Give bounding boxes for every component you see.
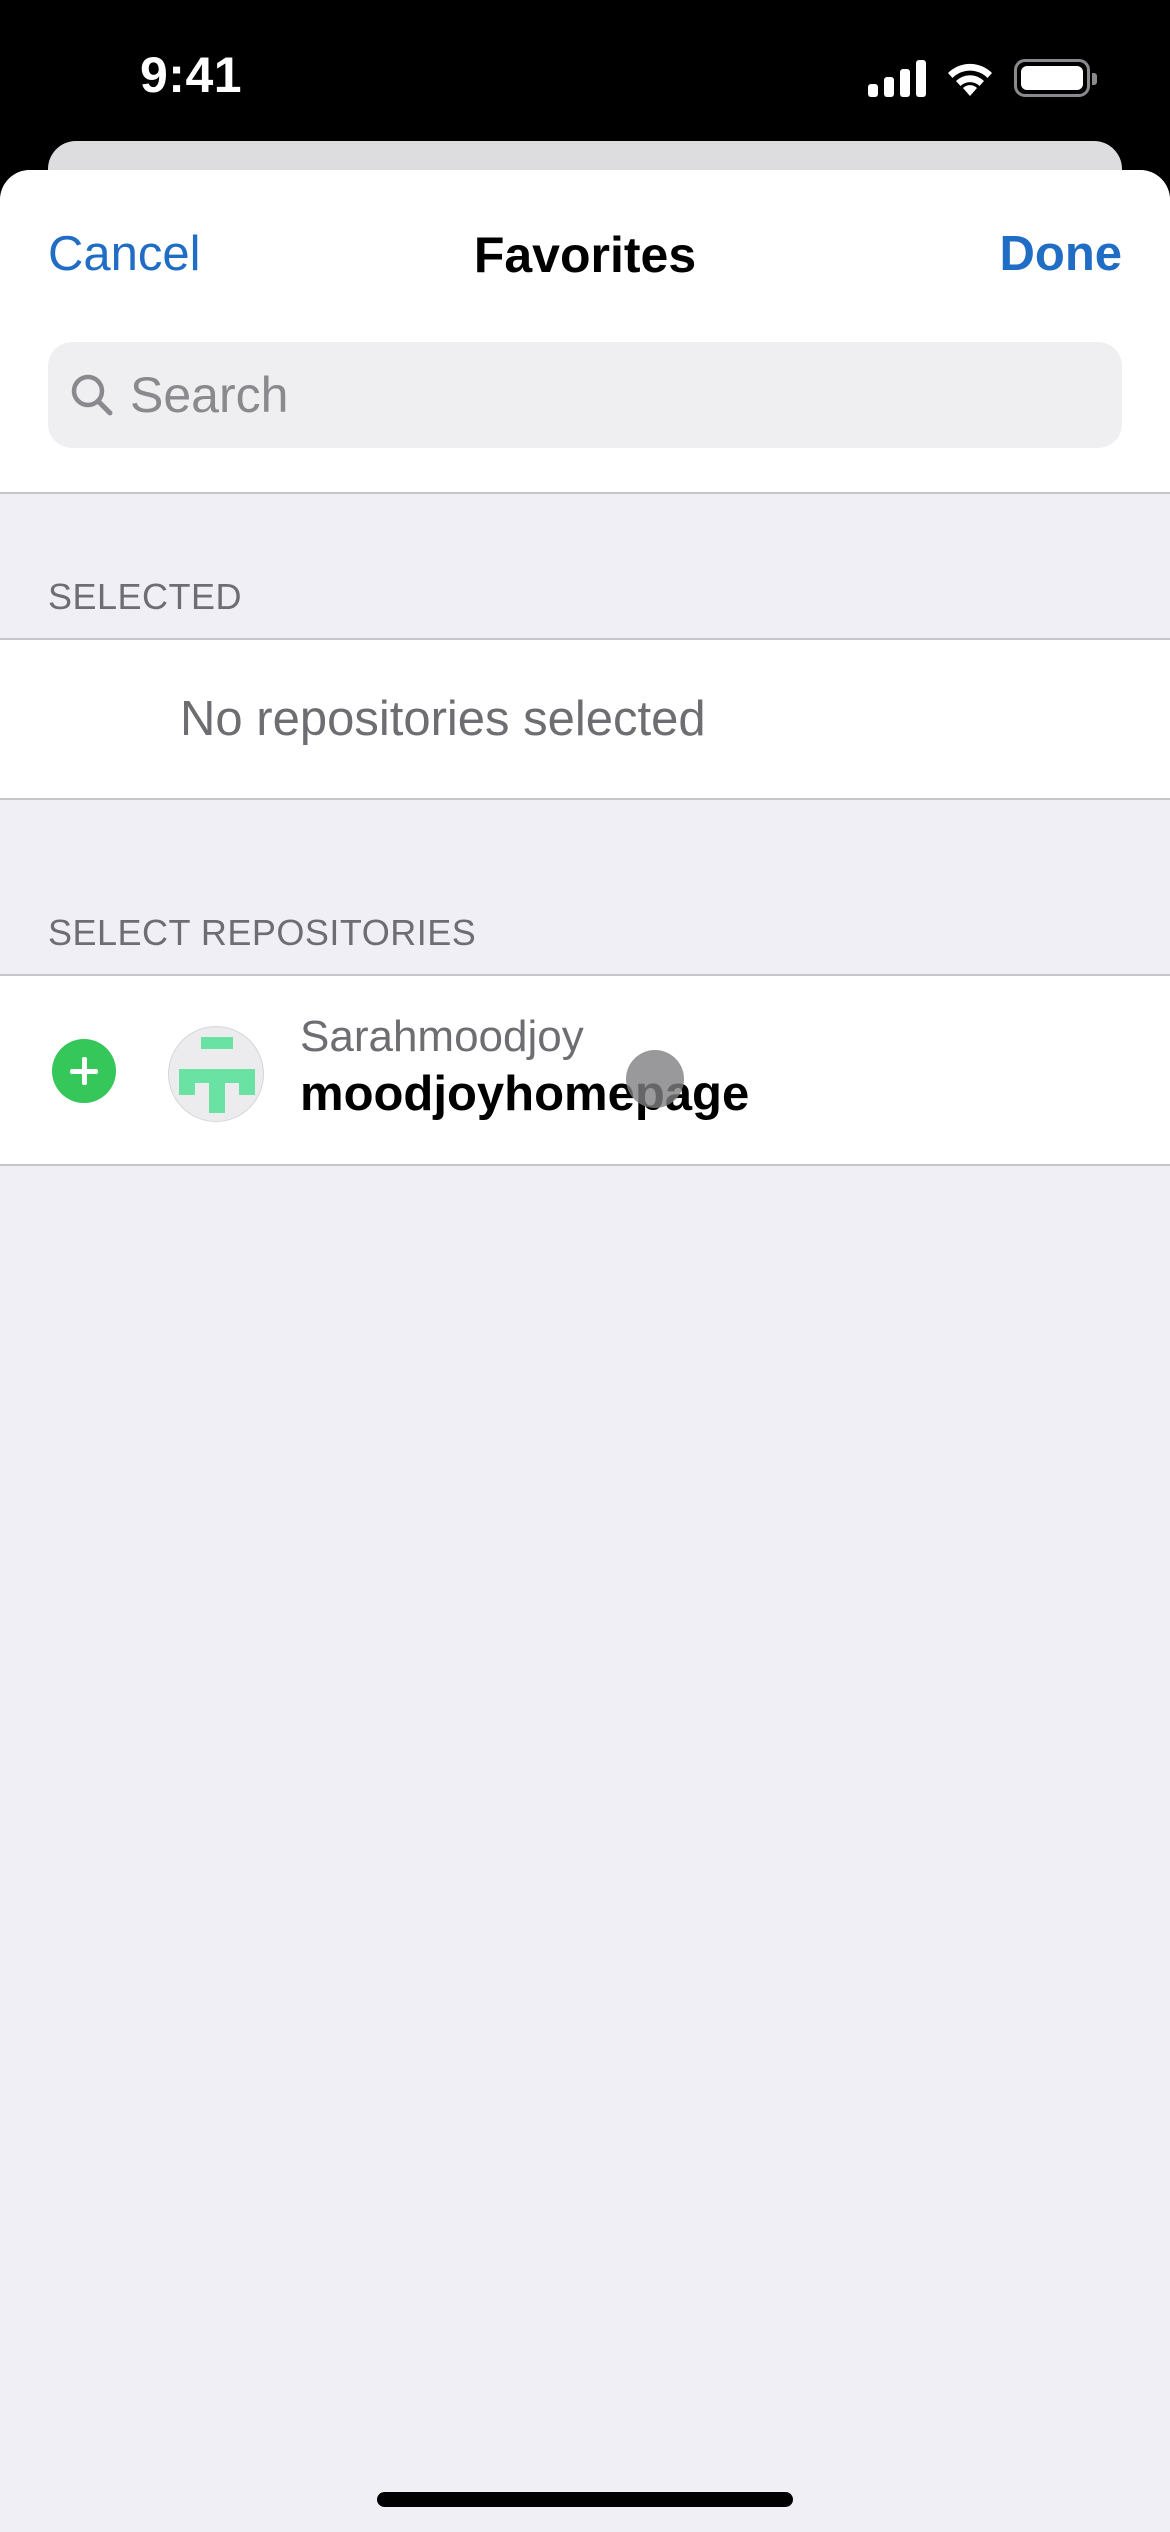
status-bar: 9:41: [0, 0, 1170, 140]
add-circle-icon[interactable]: [52, 1039, 116, 1103]
avatar: [168, 1026, 264, 1122]
page-title: Favorites: [473, 227, 697, 283]
status-icons: [868, 58, 1097, 98]
search-icon: [71, 374, 113, 416]
repository-list: Sarahmoodjoy moodjoyhomepage: [0, 974, 1170, 1166]
wifi-icon: [948, 63, 992, 96]
empty-state-text: No repositories selected: [180, 692, 706, 746]
search-input[interactable]: [130, 366, 1122, 424]
sheet-header: Cancel Favorites Done: [0, 170, 1170, 494]
section-header-selected: SELECTED: [48, 576, 243, 617]
list-item[interactable]: Sarahmoodjoy moodjoyhomepage: [0, 976, 1170, 1164]
favorites-sheet: Cancel Favorites Done SELECTED No reposi…: [0, 170, 1170, 2532]
section-header-select-repositories: SELECT REPOSITORIES: [48, 912, 477, 953]
screen: 9:41 Cancel Favorites Done Search SELECT…: [0, 0, 1170, 2532]
repo-name: moodjoyhomepage: [300, 1067, 750, 1121]
done-button[interactable]: Done: [1000, 226, 1123, 282]
repo-owner: Sarahmoodjoy: [300, 1012, 584, 1061]
selected-list: No repositories selected: [0, 638, 1170, 800]
battery-icon: [1014, 59, 1097, 97]
status-time: 9:41: [140, 47, 243, 103]
repo-text: Sarahmoodjoy moodjoyhomepage: [300, 1010, 749, 1124]
identicon-avatar: [179, 1037, 255, 1113]
cellular-signal-icon: [868, 59, 926, 97]
search-field[interactable]: [48, 342, 1122, 448]
home-indicator[interactable]: [377, 2492, 793, 2507]
